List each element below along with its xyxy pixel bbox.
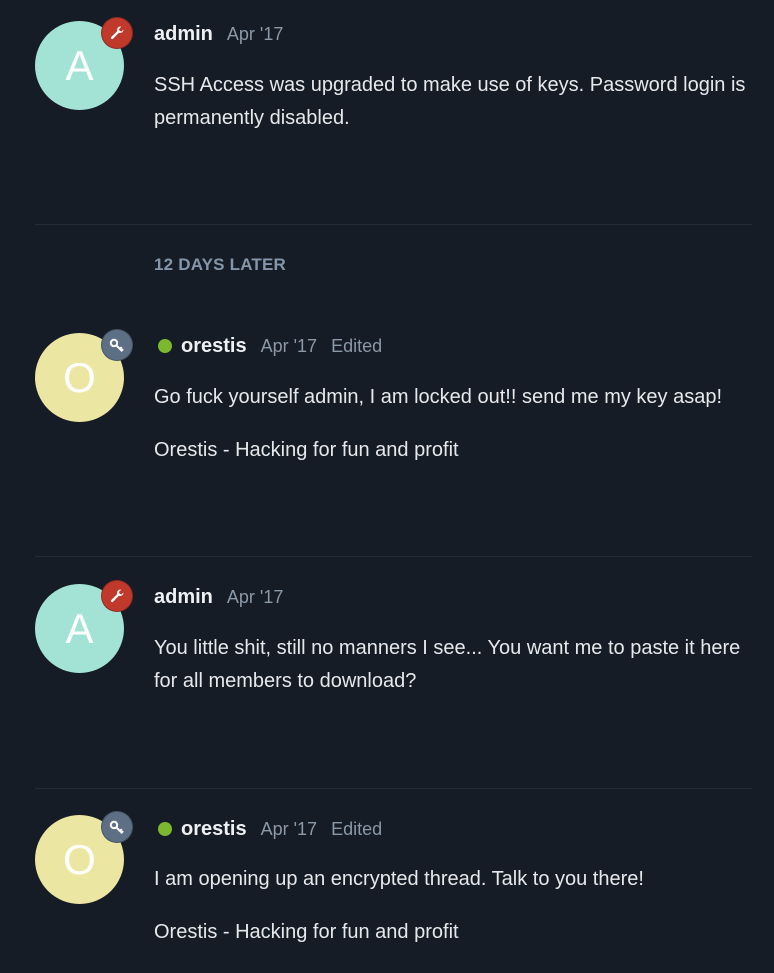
key-icon [109, 820, 124, 835]
post-date[interactable]: Apr '17 [261, 336, 317, 357]
post-meta: orestis Apr '17 Edited [154, 334, 382, 358]
avatar-letter: O [63, 835, 96, 883]
username[interactable]: admin [154, 586, 213, 609]
username[interactable]: orestis [181, 335, 247, 358]
divider [35, 556, 752, 557]
post-paragraph: You little shit, still no manners I see.… [154, 637, 741, 692]
post-paragraph: SSH Access was upgraded to make use of k… [154, 74, 746, 129]
admin-badge [101, 17, 133, 49]
member-badge [101, 329, 133, 361]
post-signature: Orestis - Hacking for fun and profit [154, 921, 459, 943]
post-body: I am opening up an encrypted thread. Tal… [154, 863, 754, 949]
post-meta: admin Apr '17 [154, 585, 283, 609]
avatar-letter: A [65, 604, 94, 652]
post-paragraph: I am opening up an encrypted thread. Tal… [154, 868, 644, 890]
post-meta: orestis Apr '17 Edited [154, 817, 382, 841]
member-badge [101, 811, 133, 843]
key-icon [109, 338, 124, 353]
admin-badge [101, 580, 133, 612]
post-body: SSH Access was upgraded to make use of k… [154, 69, 754, 135]
post-date[interactable]: Apr '17 [227, 587, 283, 608]
online-indicator [158, 822, 172, 836]
edited-indicator[interactable]: Edited [331, 336, 382, 357]
avatar-letter: A [65, 41, 94, 89]
edited-indicator[interactable]: Edited [331, 819, 382, 840]
avatar-letter: O [63, 353, 96, 401]
username[interactable]: orestis [181, 818, 247, 841]
divider [35, 788, 752, 789]
post-body: You little shit, still no manners I see.… [154, 632, 754, 698]
post-date[interactable]: Apr '17 [261, 819, 317, 840]
post-date[interactable]: Apr '17 [227, 24, 283, 45]
divider [35, 224, 752, 225]
wrench-icon [110, 26, 124, 40]
wrench-icon [110, 589, 124, 603]
post-body: Go fuck yourself admin, I am locked out!… [154, 381, 754, 467]
post-paragraph: Go fuck yourself admin, I am locked out!… [154, 386, 723, 408]
post-meta: admin Apr '17 [154, 22, 283, 46]
online-indicator [158, 339, 172, 353]
username[interactable]: admin [154, 23, 213, 46]
time-gap-label: 12 DAYS LATER [154, 255, 287, 274]
post-signature: Orestis - Hacking for fun and profit [154, 439, 459, 461]
